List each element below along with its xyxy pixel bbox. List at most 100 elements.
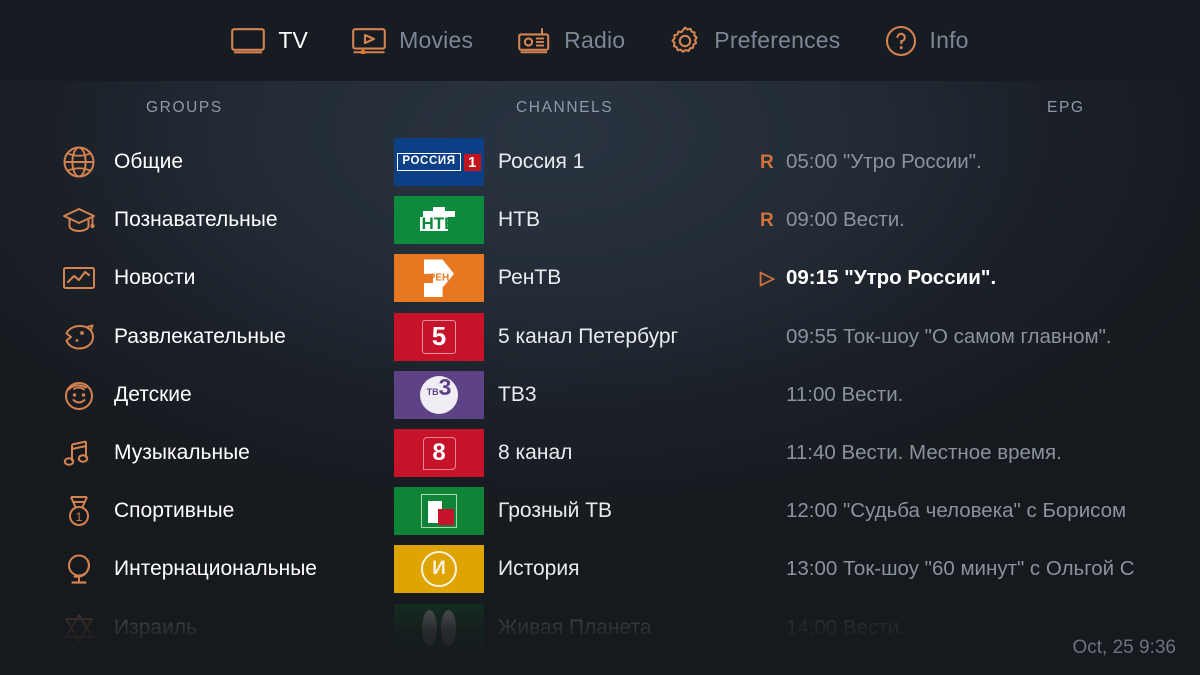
group-item-label: Познавательные	[114, 208, 278, 232]
epg-item-text: 14:00 Вести.	[786, 615, 905, 639]
channel-item-label: Живая Планета	[498, 615, 652, 639]
nav-item-tv[interactable]: TV	[209, 0, 330, 81]
group-item-label: Израиль	[114, 615, 198, 639]
rossiya-1-logo: РОССИЯ 1	[394, 138, 484, 187]
channel-item-8-kanal[interactable]: 8 8 канал	[394, 424, 759, 482]
group-item-label: Интернациональные	[114, 557, 317, 581]
channel-item-zhivaya-planeta[interactable]: Живая Планета	[394, 599, 759, 657]
question-mark-icon	[885, 25, 917, 57]
epg-item[interactable]: 12:00 "Судьба человека" с Борисом	[760, 482, 1200, 540]
gear-icon	[669, 25, 701, 57]
channel-item-label: История	[498, 557, 580, 581]
channel-item-grozny-tv[interactable]: Грозный ТВ	[394, 482, 759, 540]
nav-item-info[interactable]: Info	[863, 0, 991, 81]
epg-item-text: 09:55 Ток-шоу "О самом главном".	[786, 324, 1112, 348]
desk-globe-icon	[62, 552, 96, 586]
star-of-david-icon	[62, 611, 96, 645]
istoria-logo: И	[394, 545, 484, 594]
group-item-obshchie[interactable]: Общие	[0, 133, 400, 191]
epg-item-text: 11:00 Вести.	[786, 382, 904, 406]
channel-item-label: 8 канал	[498, 441, 573, 465]
channel-item-label: РенТВ	[498, 266, 562, 290]
grozny-tv-logo	[394, 487, 484, 536]
group-item-label: Спортивные	[114, 499, 235, 523]
radio-icon	[517, 27, 551, 55]
status-clock: Oct, 25 9:36	[1072, 637, 1176, 658]
news-chart-icon	[62, 261, 96, 295]
epg-item-text: 09:15 "Утро России".	[786, 266, 997, 290]
group-item-sportivnye[interactable]: 1 Спортивные	[0, 482, 400, 540]
channel-item-label: Грозный ТВ	[498, 499, 613, 523]
graduation-cap-icon	[62, 203, 96, 237]
epg-item-text: 13:00 Ток-шоу "60 минут" с Ольгой С	[786, 557, 1135, 581]
groups-list: Общие Познавательные Новости Развлекател…	[0, 133, 400, 657]
group-item-razvlekatelnye[interactable]: Развлекательные	[0, 308, 400, 366]
main-navigation-bar: TV Movies Radio Preferences Info	[0, 0, 1200, 81]
epg-list: R 05:00 "Утро России". R 09:00 Вести. ▷ …	[760, 133, 1200, 657]
music-note-icon	[62, 436, 96, 470]
group-item-label: Развлекательные	[114, 324, 286, 348]
group-item-label: Новости	[114, 266, 196, 290]
epg-item-text: 12:00 "Судьба человека" с Борисом	[786, 499, 1127, 523]
epg-item[interactable]: 13:00 Ток-шоу "60 минут" с Ольгой С	[760, 540, 1200, 598]
nav-item-movies-label: Movies	[399, 27, 474, 53]
nav-item-tv-label: TV	[278, 27, 309, 53]
group-item-internatsionalnye[interactable]: Интернациональные	[0, 540, 400, 598]
nav-item-movies[interactable]: Movies	[330, 0, 495, 81]
group-item-label: Музыкальные	[114, 441, 250, 465]
epg-item[interactable]: 11:00 Вести.	[760, 366, 1200, 424]
channel-item-rossiya-1[interactable]: РОССИЯ 1 Россия 1	[394, 133, 759, 191]
epg-item[interactable]: 11:40 Вести. Местное время.	[760, 424, 1200, 482]
ntv-logo: НТВ	[394, 196, 484, 245]
channel-item-istoria[interactable]: И История	[394, 540, 759, 598]
epg-item-text: 05:00 "Утро России".	[786, 150, 982, 174]
epg-item-text: 11:40 Вести. Местное время.	[786, 441, 1062, 465]
column-header-channels: CHANNELS	[516, 99, 614, 116]
svg-text:1: 1	[76, 510, 83, 524]
tv-icon	[231, 27, 266, 54]
globe-icon	[62, 145, 96, 179]
nav-item-preferences[interactable]: Preferences	[647, 0, 862, 81]
channels-list: РОССИЯ 1 Россия 1 НТВ НТВ РЕН РенТВ 5 5 …	[394, 133, 759, 657]
nav-item-radio-label: Radio	[564, 27, 626, 53]
epg-item-now-playing[interactable]: ▷ 09:15 "Утро России".	[760, 249, 1200, 307]
channel-item-label: Россия 1	[498, 150, 585, 174]
recorded-marker-icon: R	[760, 151, 774, 173]
comedy-bird-icon	[62, 320, 96, 354]
nav-item-info-label: Info	[929, 27, 969, 53]
channel-item-label: НТВ	[498, 208, 540, 232]
group-item-poznavatelnye[interactable]: Познавательные	[0, 191, 400, 249]
channel-item-tv3[interactable]: ТВ 3 ТВ3	[394, 366, 759, 424]
group-item-muzykalnye[interactable]: Музыкальные	[0, 424, 400, 482]
8-kanal-logo: 8	[394, 429, 484, 478]
channel-item-label: 5 канал Петербург	[498, 324, 679, 348]
group-item-label: Детские	[114, 382, 192, 406]
column-header-groups: GROUPS	[146, 99, 223, 116]
group-item-izrail[interactable]: Израиль	[0, 599, 400, 657]
channel-item-5-kanal[interactable]: 5 5 канал Петербург	[394, 308, 759, 366]
medal-icon: 1	[62, 494, 96, 528]
group-item-label: Общие	[114, 150, 184, 174]
ren-tv-logo: РЕН	[394, 254, 484, 303]
channel-item-label: ТВ3	[498, 382, 537, 406]
nav-item-preferences-label: Preferences	[714, 27, 841, 53]
movies-icon	[352, 27, 386, 55]
group-item-novosti[interactable]: Новости	[0, 249, 400, 307]
epg-item-text: 09:00 Вести.	[786, 208, 905, 232]
epg-item[interactable]: R 09:00 Вести.	[760, 191, 1200, 249]
zhivaya-planeta-logo	[394, 603, 484, 652]
5-kanal-logo: 5	[394, 312, 484, 361]
tv3-logo: ТВ 3	[394, 370, 484, 419]
group-item-detskie[interactable]: Детские	[0, 366, 400, 424]
svg-text:НТВ: НТВ	[422, 214, 457, 233]
column-header-epg: EPG	[1047, 99, 1085, 116]
channel-item-ren-tv[interactable]: РЕН РенТВ	[394, 249, 759, 307]
epg-item[interactable]: 09:55 Ток-шоу "О самом главном".	[760, 308, 1200, 366]
iptv-app-window: TV Movies Radio Preferences Info GROUPS …	[0, 0, 1200, 675]
channel-item-ntv[interactable]: НТВ НТВ	[394, 191, 759, 249]
child-face-icon	[62, 378, 96, 412]
nav-item-radio[interactable]: Radio	[495, 0, 647, 81]
recorded-marker-icon: R	[760, 209, 774, 231]
play-triangle-icon: ▷	[760, 267, 775, 289]
epg-item[interactable]: R 05:00 "Утро России".	[760, 133, 1200, 191]
